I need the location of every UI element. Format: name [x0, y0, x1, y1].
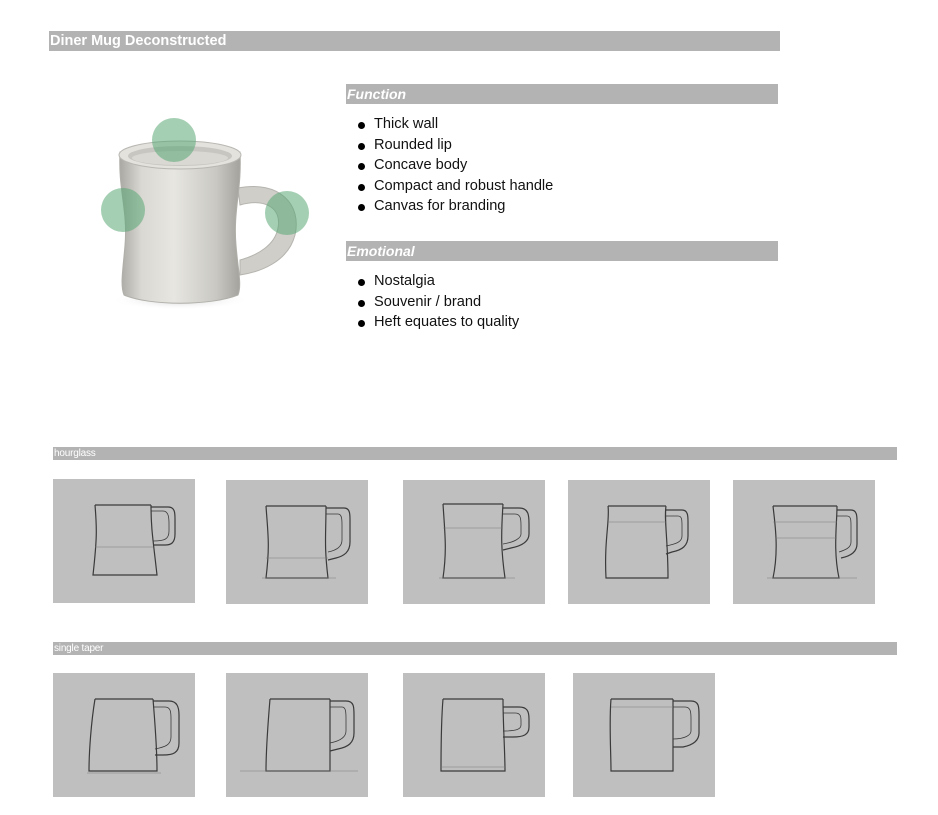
- page-title: Diner Mug Deconstructed: [49, 31, 780, 51]
- single-taper-sketch-2: [226, 673, 368, 797]
- diner-mug-photo: [101, 118, 309, 310]
- hourglass-sketch-3: [403, 480, 545, 604]
- hourglass-sketch-4: [568, 480, 710, 604]
- single-taper-sketch-4: [573, 673, 715, 797]
- hourglass-sketch-1: [53, 479, 195, 603]
- list-item: Souvenir / brand: [356, 292, 519, 313]
- single-taper-sketch-1: [53, 673, 195, 797]
- rim-highlight-circle: [152, 118, 196, 162]
- emotional-heading: Emotional: [346, 241, 778, 261]
- list-item: Canvas for branding: [356, 196, 553, 217]
- single-taper-sketch-3: [403, 673, 545, 797]
- list-item: Nostalgia: [356, 271, 519, 292]
- hourglass-sketch-2: [226, 480, 368, 604]
- list-item: Concave body: [356, 155, 553, 176]
- handle-highlight-circle: [265, 191, 309, 235]
- hourglass-group-label: hourglass: [53, 447, 897, 460]
- list-item: Compact and robust handle: [356, 176, 553, 197]
- wall-highlight-circle: [101, 188, 145, 232]
- list-item: Heft equates to quality: [356, 312, 519, 333]
- list-item: Rounded lip: [356, 135, 553, 156]
- emotional-list: Nostalgia Souvenir / brand Heft equates …: [356, 271, 519, 333]
- function-list: Thick wall Rounded lip Concave body Comp…: [356, 114, 553, 217]
- list-item: Thick wall: [356, 114, 553, 135]
- function-heading: Function: [346, 84, 778, 104]
- single-taper-group-label: single taper: [53, 642, 897, 655]
- hourglass-sketch-5: [733, 480, 875, 604]
